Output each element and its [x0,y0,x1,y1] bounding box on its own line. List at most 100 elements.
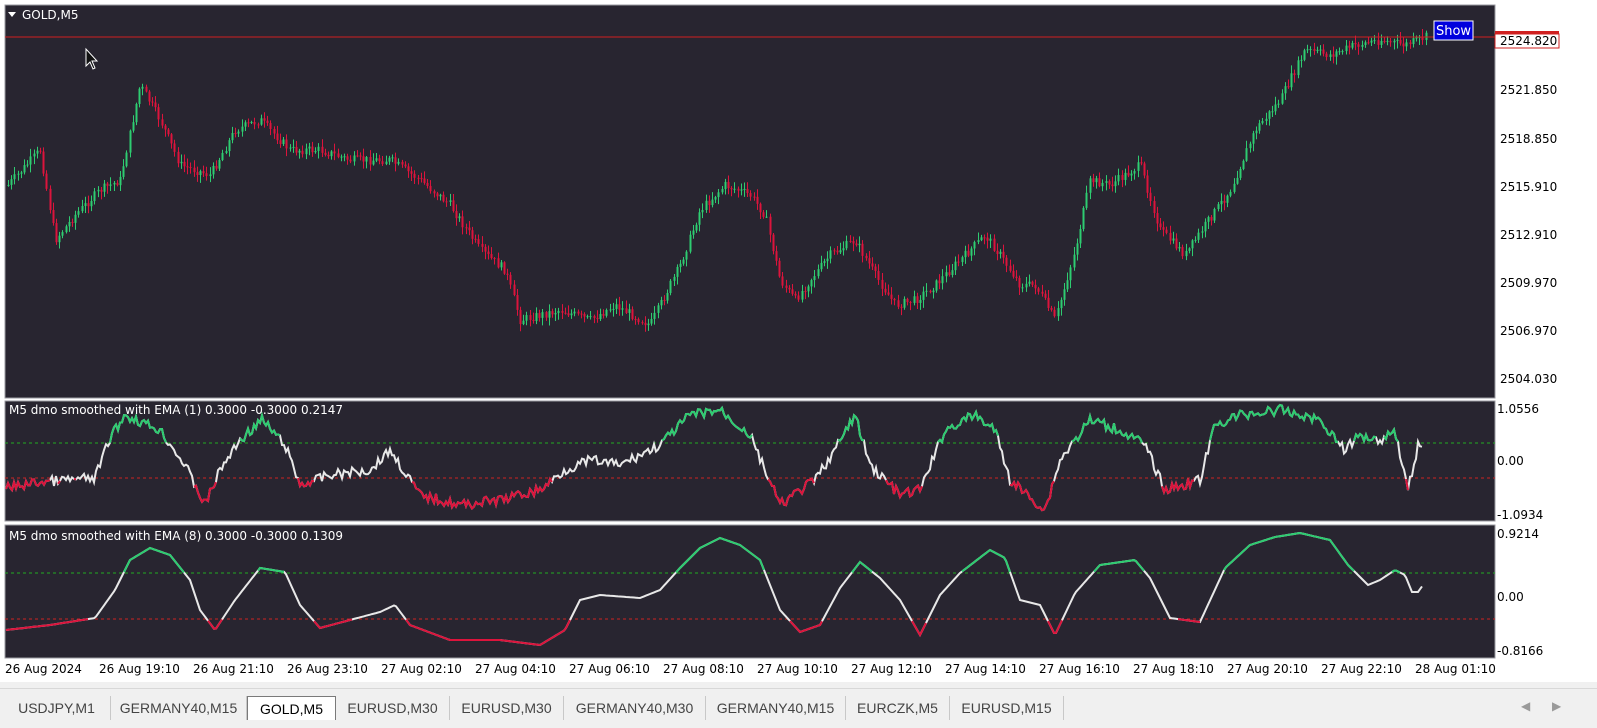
candle-body [1086,193,1088,208]
candle-body [1157,213,1159,223]
candle-body [1352,43,1354,48]
candle-body [293,147,295,148]
candle-body [24,165,26,172]
candle-body [488,252,490,254]
candle-body [306,149,308,155]
candle-body [1426,33,1428,40]
candle-body [747,189,749,193]
candle-body [1355,43,1357,44]
tab-gold-m5[interactable]: GOLD,M5 [247,696,336,720]
candle-body [373,161,375,165]
candle-body [882,280,884,289]
candle-body [731,188,733,189]
tab-germany40-m15-2[interactable]: GERMANY40,M15 [706,696,846,720]
candle-body [648,324,650,326]
tab-eurusd-m30[interactable]: EURUSD,M30 [336,696,450,720]
candle-body [1314,49,1316,51]
candle-body [27,165,29,166]
candle-body [1381,41,1383,45]
candle-body [651,319,653,324]
candle-body [402,162,404,165]
candle-body [1378,40,1380,45]
tab-next-icon[interactable]: ▶ [1552,699,1561,713]
candle-body [891,295,893,299]
tab-eurczk-m5[interactable]: EURCZK,M5 [846,696,950,720]
tab-prev-icon[interactable]: ◀ [1521,699,1530,713]
candle-body [1048,298,1050,308]
candle-body [1262,121,1264,123]
tab-germany40-m30[interactable]: GERMANY40,M30 [564,696,706,720]
tab-germany40-m15[interactable]: GERMANY40,M15 [111,696,247,720]
candle-body [334,151,336,153]
main-pane[interactable] [5,5,1495,398]
candle-body [517,295,519,310]
candle-body [533,320,535,321]
candle-body [523,321,525,324]
candle-body [197,172,199,175]
candle-body [1019,278,1021,288]
tab-eurusd-m15[interactable]: EURUSD,M15 [950,696,1064,720]
candle-body [136,104,138,122]
candle-body [1362,45,1364,47]
candle-body [1323,50,1325,54]
candle-body [56,223,58,242]
chart-canvas[interactable]: 2524.820 GOLD,M5 Show 2521.850 2518.850 … [0,0,1597,682]
tab-eurusd-m30-2[interactable]: EURUSD,M30 [450,696,564,720]
candle-body [1096,178,1098,182]
candle-body [1250,144,1252,148]
candle-body [1330,54,1332,57]
candle-body [1150,193,1152,201]
price-axis[interactable]: 2521.850 2518.850 2515.910 2512.910 2509… [1500,83,1557,386]
chart-tab-bar: USDJPY,M1 GERMANY40,M15 GOLD,M5 EURUSD,M… [0,688,1597,728]
candle-body [434,191,436,193]
candle-body [142,87,144,89]
candle-body [1333,54,1335,56]
time-tick: 26 Aug 21:10 [193,662,274,676]
candle-body [907,299,909,302]
candle-body [1198,233,1200,240]
candle-body [248,122,250,123]
time-tick: 27 Aug 12:10 [851,662,932,676]
chart-window[interactable]: 2524.820 GOLD,M5 Show 2521.850 2518.850 … [0,0,1597,682]
candle-body [773,235,775,251]
candle-body [232,133,234,140]
candle-body [1384,41,1386,42]
candle-body [1099,178,1101,186]
candle-body [120,177,122,185]
candle-body [696,225,698,231]
candle-body [229,140,231,151]
candle-body [1144,163,1146,175]
candle-body [1205,222,1207,232]
candle-body [264,118,266,120]
candle-body [1042,292,1044,294]
price-tick: 2509.970 [1500,276,1557,290]
candle-body [1310,49,1312,50]
candle-body [370,157,372,164]
candle-body [1131,174,1133,176]
candle-body [8,185,10,186]
candle-body [466,227,468,228]
indicator1-pane[interactable] [5,401,1495,521]
candle-body [674,277,676,281]
candle-body [869,258,871,263]
candle-body [1374,40,1376,41]
candle-body [562,311,564,313]
ind1-tick: 1.0556 [1497,402,1539,416]
candle-body [430,186,432,191]
candle-body [302,151,304,154]
candle-body [267,121,269,123]
candle-body [866,256,868,258]
candle-body [946,272,948,276]
candle-body [1240,169,1242,178]
candle-body [808,286,810,291]
ind1-tick: 0.00 [1497,454,1524,468]
candle-body [1026,284,1028,288]
show-button-label[interactable]: Show [1436,24,1471,39]
candle-body [1090,178,1092,192]
candle-body [1106,181,1108,183]
candle-body [766,217,768,218]
indicator2-pane[interactable] [5,525,1495,658]
tab-usdjpy-m1[interactable]: USDJPY,M1 [3,696,111,720]
candle-body [578,312,580,314]
candle-body [408,166,410,171]
